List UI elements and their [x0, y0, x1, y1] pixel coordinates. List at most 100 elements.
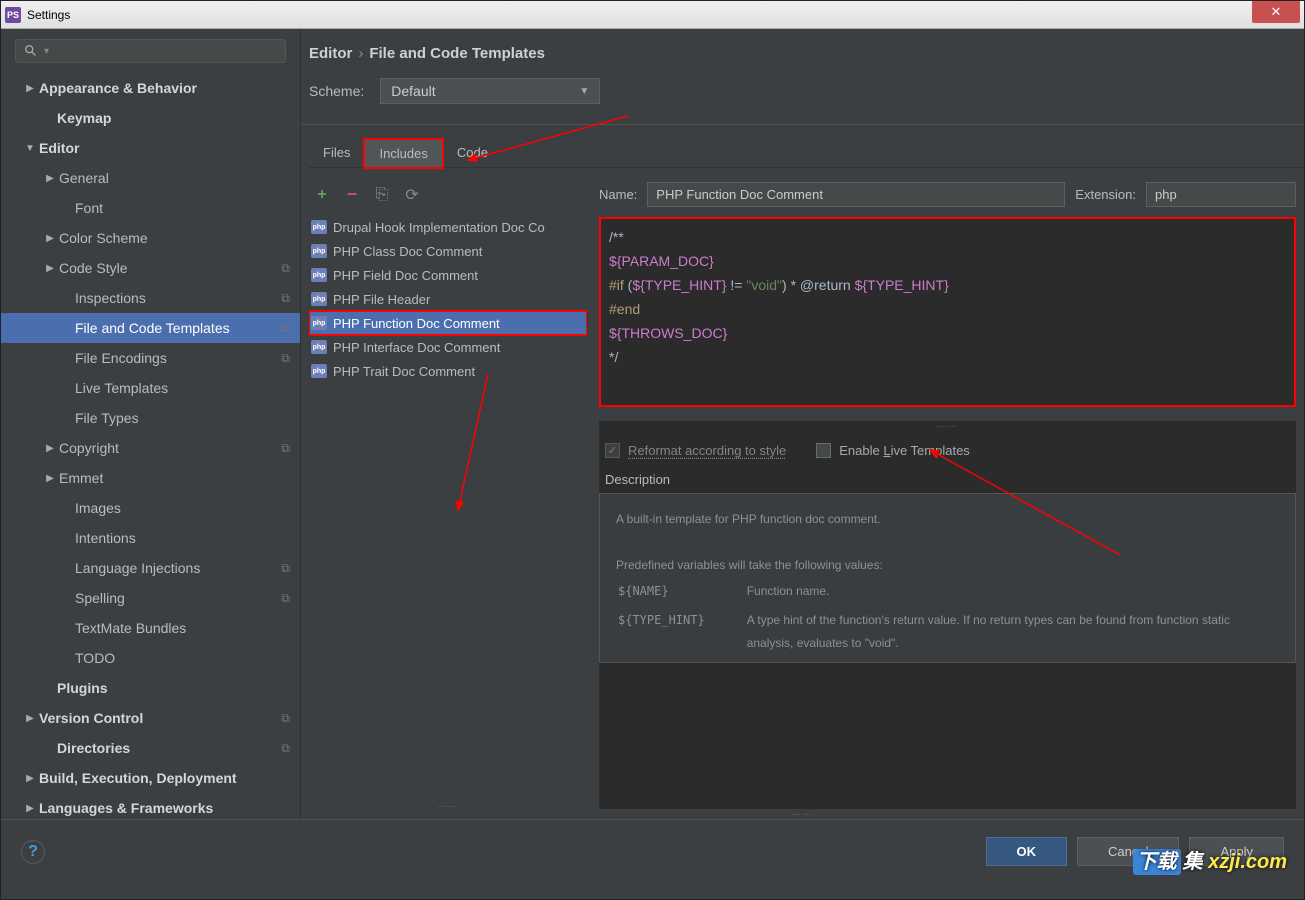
template-list[interactable]: phpDrupal Hook Implementation Doc CophpP… — [309, 215, 587, 509]
sidebar-item-label: Font — [75, 200, 290, 216]
php-icon: php — [311, 268, 327, 282]
chevron-down-icon: ▾ — [44, 46, 49, 57]
sidebar-item[interactable]: ▶Appearance & Behavior — [1, 73, 300, 103]
template-list-item[interactable]: phpPHP Field Doc Comment — [309, 263, 587, 287]
settings-tree[interactable]: ▶Appearance & BehaviorKeymap▼Editor▶Gene… — [1, 73, 300, 819]
sidebar-item[interactable]: Keymap — [1, 103, 300, 133]
resize-grip[interactable]: ⋯⋯ — [301, 809, 1304, 819]
sidebar-item-label: Images — [75, 500, 290, 516]
settings-sidebar: ▾ ▶Appearance & BehaviorKeymap▼Editor▶Ge… — [1, 29, 301, 819]
sidebar-item-label: TODO — [75, 650, 290, 666]
sidebar-item-label: Color Scheme — [59, 230, 290, 246]
titlebar: PS Settings ✕ — [1, 1, 1304, 29]
live-templates-checkbox[interactable] — [816, 443, 831, 458]
sidebar-item[interactable]: Font — [1, 193, 300, 223]
resize-grip[interactable]: ⋯⋯ — [599, 421, 1296, 429]
sidebar-item-label: Directories — [57, 740, 281, 756]
sidebar-item[interactable]: ▼Editor — [1, 133, 300, 163]
code-token: ${ — [632, 277, 644, 293]
sidebar-item[interactable]: Inspections⧉ — [1, 283, 300, 313]
window-close-button[interactable]: ✕ — [1252, 1, 1300, 23]
template-list-item[interactable]: phpPHP Function Doc Comment — [309, 311, 587, 335]
code-line: /** — [609, 229, 624, 245]
sidebar-item[interactable]: Language Injections⧉ — [1, 553, 300, 583]
sidebar-item[interactable]: ▶Code Style⧉ — [1, 253, 300, 283]
sidebar-item[interactable]: File Types — [1, 403, 300, 433]
ok-button[interactable]: OK — [986, 837, 1068, 866]
scope-icon: ⧉ — [281, 561, 290, 576]
sidebar-item[interactable]: ▶Copyright⧉ — [1, 433, 300, 463]
template-name-input[interactable] — [647, 182, 1065, 207]
sidebar-item[interactable]: Intentions — [1, 523, 300, 553]
sidebar-item[interactable]: ▶Build, Execution, Deployment — [1, 763, 300, 793]
sidebar-item-label: Languages & Frameworks — [39, 800, 290, 816]
live-templates-label: Enable Live Templates — [839, 443, 970, 458]
code-token: } — [723, 325, 728, 341]
template-list-item[interactable]: phpPHP Interface Doc Comment — [309, 335, 587, 359]
sidebar-item-label: Emmet — [59, 470, 290, 486]
sidebar-item-label: File Encodings — [75, 350, 281, 366]
sidebar-item[interactable]: File and Code Templates⧉ — [1, 313, 300, 343]
template-toolbar: + − ⎘ ⟳ — [309, 182, 587, 215]
php-icon: php — [311, 292, 327, 306]
template-item-label: PHP File Header — [333, 292, 430, 307]
template-list-item[interactable]: phpDrupal Hook Implementation Doc Co — [309, 215, 587, 239]
sidebar-item[interactable]: TODO — [1, 643, 300, 673]
var-name: ${NAME} — [618, 578, 745, 605]
extension-input[interactable] — [1146, 182, 1296, 207]
search-input[interactable]: ▾ — [15, 39, 286, 63]
sidebar-item[interactable]: ▶General — [1, 163, 300, 193]
sidebar-item[interactable]: Images — [1, 493, 300, 523]
breadcrumb-root: Editor — [309, 45, 352, 62]
var-desc: A type hint of the function's return val… — [747, 607, 1277, 657]
scheme-select[interactable]: Default ▼ — [380, 78, 600, 104]
sidebar-item[interactable]: Plugins — [1, 673, 300, 703]
sidebar-item[interactable]: Spelling⧉ — [1, 583, 300, 613]
scope-icon: ⧉ — [281, 441, 290, 456]
sidebar-item[interactable]: Live Templates — [1, 373, 300, 403]
var-name: ${TYPE_HINT} — [618, 607, 745, 657]
template-list-item[interactable]: phpPHP Class Doc Comment — [309, 239, 587, 263]
remove-button[interactable]: − — [343, 184, 361, 205]
tab-includes[interactable]: Includes — [364, 139, 442, 168]
reformat-checkbox[interactable]: ✓ — [605, 443, 620, 458]
code-token: TYPE_HINT — [867, 277, 944, 293]
template-item-label: PHP Interface Doc Comment — [333, 340, 500, 355]
refresh-button[interactable]: ⟳ — [403, 185, 421, 205]
name-label: Name: — [599, 187, 637, 202]
sidebar-item[interactable]: Directories⧉ — [1, 733, 300, 763]
help-button[interactable]: ? — [21, 840, 45, 864]
template-list-item[interactable]: phpPHP Trait Doc Comment — [309, 359, 587, 383]
window-title: Settings — [27, 8, 70, 22]
sidebar-item[interactable]: ▶Version Control⧉ — [1, 703, 300, 733]
tab-code[interactable]: Code — [443, 139, 502, 167]
template-item-label: PHP Trait Doc Comment — [333, 364, 475, 379]
template-editor[interactable]: /** ${PARAM_DOC} #if (${TYPE_HINT} != "v… — [599, 217, 1296, 407]
sidebar-item[interactable]: ▶Color Scheme — [1, 223, 300, 253]
tab-files[interactable]: Files — [309, 139, 364, 167]
sidebar-item-label: TextMate Bundles — [75, 620, 290, 636]
sidebar-item[interactable]: TextMate Bundles — [1, 613, 300, 643]
sidebar-item-label: Plugins — [57, 680, 290, 696]
sidebar-item[interactable]: File Encodings⧉ — [1, 343, 300, 373]
var-desc: Function name. — [747, 578, 1277, 605]
copy-button[interactable]: ⎘ — [373, 186, 391, 204]
tree-arrow-icon: ▶ — [23, 803, 37, 814]
template-item-label: PHP Class Doc Comment — [333, 244, 482, 259]
tree-arrow-icon: ▶ — [43, 233, 57, 244]
scope-icon: ⧉ — [281, 741, 290, 756]
extension-label: Extension: — [1075, 187, 1136, 202]
sidebar-item[interactable]: ▶Languages & Frameworks — [1, 793, 300, 819]
sidebar-item-label: General — [59, 170, 290, 186]
code-token: } — [944, 277, 949, 293]
add-button[interactable]: + — [313, 186, 331, 204]
sidebar-item-label: Appearance & Behavior — [39, 80, 290, 96]
template-list-item[interactable]: php PHP File Header — [309, 287, 587, 311]
template-item-label: Drupal Hook Implementation Doc Co — [333, 220, 545, 235]
scope-icon: ⧉ — [281, 711, 290, 726]
sidebar-item[interactable]: ▶Emmet — [1, 463, 300, 493]
tree-arrow-icon: ▶ — [43, 473, 57, 484]
tree-arrow-icon: ▼ — [23, 143, 37, 154]
code-token: THROWS_DOC — [621, 325, 722, 341]
sidebar-item-label: Version Control — [39, 710, 281, 726]
